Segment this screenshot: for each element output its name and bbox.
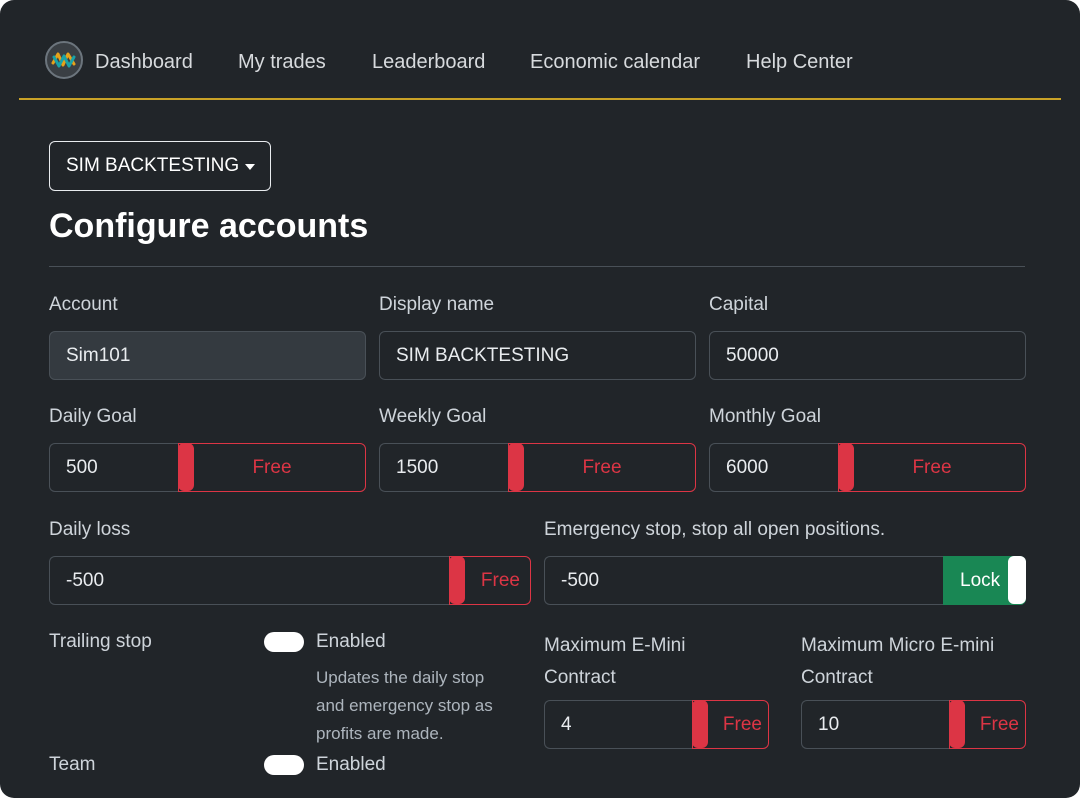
monthly-goal-label: Monthly Goal (709, 406, 821, 427)
nav-my-trades[interactable]: My trades (238, 50, 326, 74)
emergency-stop-toggle-label: Lock (960, 569, 1001, 591)
nav-leaderboard[interactable]: Leaderboard (372, 50, 485, 74)
trailing-stop-switch[interactable] (264, 632, 304, 652)
toggle-knob (692, 700, 708, 748)
weekly-goal-free-toggle[interactable]: Free (508, 443, 696, 492)
account-dropdown-label: SIM BACKTESTING (66, 155, 240, 176)
top-navbar: Dashboard My trades Leaderboard Economic… (19, 28, 1061, 100)
emergency-stop-label: Emergency stop, stop all open positions. (544, 519, 886, 540)
daily-goal-toggle-label: Free (252, 456, 292, 478)
team-label: Team (49, 754, 96, 775)
max-micro-toggle-label: Free (979, 713, 1019, 735)
daily-goal-input[interactable]: 500 (49, 443, 178, 492)
page-title: Configure accounts (49, 207, 369, 245)
emergency-stop-group: -500 Lock (544, 556, 1026, 605)
nav-help-center[interactable]: Help Center (746, 50, 853, 74)
toggle-knob (449, 556, 465, 604)
max-emini-free-toggle[interactable]: Free (692, 700, 769, 749)
daily-loss-toggle-label: Free (480, 569, 520, 591)
trailing-stop-label: Trailing stop (49, 631, 152, 652)
daily-loss-group: -500 Free (49, 556, 531, 605)
daily-goal-free-toggle[interactable]: Free (178, 443, 366, 492)
toggle-knob (1008, 556, 1026, 604)
display-name-input[interactable]: SIM BACKTESTING (379, 331, 696, 380)
daily-goal-group: 500 Free (49, 443, 366, 492)
team-switch[interactable] (264, 755, 304, 775)
toggle-knob (949, 700, 965, 748)
daily-loss-free-toggle[interactable]: Free (449, 556, 531, 605)
weekly-goal-input[interactable]: 1500 (379, 443, 508, 492)
toggle-knob (178, 443, 194, 491)
monthly-goal-toggle-label: Free (912, 456, 952, 478)
daily-loss-input[interactable]: -500 (49, 556, 449, 605)
max-micro-group: 10 Free (801, 700, 1026, 749)
account-field: Sim101 (49, 331, 366, 380)
nav-economic-calendar[interactable]: Economic calendar (530, 50, 700, 74)
display-name-label: Display name (379, 294, 495, 315)
weekly-goal-toggle-label: Free (582, 456, 622, 478)
capital-label: Capital (709, 294, 769, 315)
divider (49, 266, 1025, 267)
capital-input[interactable]: 50000 (709, 331, 1026, 380)
monthly-goal-free-toggle[interactable]: Free (838, 443, 1026, 492)
max-emini-group: 4 Free (544, 700, 769, 749)
max-micro-free-toggle[interactable]: Free (949, 700, 1026, 749)
toggle-knob (508, 443, 524, 491)
team-switch-label: Enabled (316, 754, 386, 775)
trailing-stop-switch-label: Enabled (316, 631, 386, 652)
toggle-knob (838, 443, 854, 491)
account-label: Account (49, 294, 118, 315)
weekly-goal-label: Weekly Goal (379, 406, 487, 427)
caret-down-icon (245, 164, 256, 170)
max-micro-label: Maximum Micro E-mini Contract (801, 635, 995, 688)
emergency-stop-lock-toggle[interactable]: Lock (943, 556, 1026, 605)
max-emini-label: Maximum E-Mini Contract (544, 635, 686, 688)
monthly-goal-input[interactable]: 6000 (709, 443, 838, 492)
monthly-goal-group: 6000 Free (709, 443, 1026, 492)
wave-logo-icon[interactable] (45, 41, 83, 79)
daily-loss-label: Daily loss (49, 519, 131, 540)
emergency-stop-input[interactable]: -500 (544, 556, 943, 605)
daily-goal-label: Daily Goal (49, 406, 137, 427)
max-micro-input[interactable]: 10 (801, 700, 949, 749)
weekly-goal-group: 1500 Free (379, 443, 696, 492)
account-dropdown[interactable]: SIM BACKTESTING (49, 141, 271, 191)
app-window: Dashboard My trades Leaderboard Economic… (0, 0, 1080, 798)
nav-dashboard[interactable]: Dashboard (95, 50, 193, 74)
max-emini-toggle-label: Free (722, 713, 762, 735)
max-emini-input[interactable]: 4 (544, 700, 692, 749)
trailing-stop-help-text: Updates the daily stop and emergency sto… (316, 668, 493, 743)
